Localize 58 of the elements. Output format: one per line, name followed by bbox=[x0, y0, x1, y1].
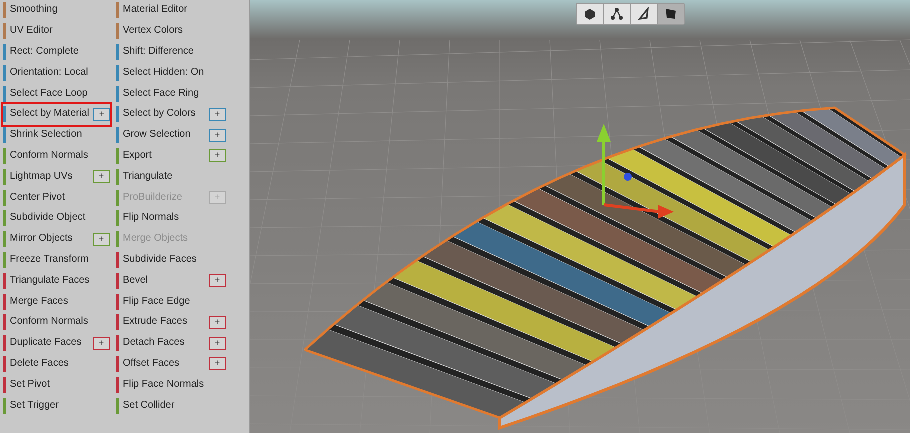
options-button[interactable]: + bbox=[209, 149, 226, 162]
cube-icon bbox=[583, 7, 597, 21]
tool-button[interactable]: Mirror Objects bbox=[8, 234, 91, 244]
options-button[interactable]: + bbox=[209, 357, 226, 370]
tool-button[interactable]: Offset Faces bbox=[121, 358, 207, 369]
quad-face-icon bbox=[664, 7, 678, 21]
edit-mode-button[interactable] bbox=[577, 4, 603, 24]
tool-button[interactable]: UV Editor bbox=[8, 26, 110, 36]
tool-button[interactable]: Triangulate bbox=[121, 172, 226, 182]
tool-button[interactable]: Vertex Colors bbox=[121, 26, 226, 36]
tool-button[interactable]: Select Face Loop bbox=[8, 88, 110, 99]
tool-button[interactable]: Set Pivot bbox=[8, 380, 110, 390]
tool-button[interactable]: Orientation: Local bbox=[8, 68, 110, 78]
tool-button[interactable]: Set Trigger bbox=[8, 400, 110, 411]
tool-button[interactable]: Shrink Selection bbox=[8, 130, 110, 140]
tool-button[interactable]: Conform Normals bbox=[8, 150, 110, 161]
edit-mode-button[interactable] bbox=[658, 4, 684, 24]
tool-button[interactable]: Duplicate Faces bbox=[8, 338, 91, 348]
tool-button[interactable]: Shift: Difference bbox=[121, 46, 226, 57]
options-button[interactable]: + bbox=[209, 316, 226, 329]
tool-button[interactable]: Smoothing bbox=[8, 5, 110, 16]
tool-button[interactable]: Freeze Transform bbox=[8, 254, 110, 265]
tool-button[interactable]: Export bbox=[121, 150, 207, 161]
tool-button[interactable]: Bevel bbox=[121, 276, 207, 286]
tool-button[interactable]: Flip Face Edge bbox=[121, 296, 226, 307]
tool-button[interactable]: Select by Material bbox=[8, 109, 92, 120]
options-button[interactable]: + bbox=[93, 170, 110, 184]
tool-button[interactable]: Conform Normals bbox=[8, 317, 110, 328]
tool-button[interactable]: Detach Faces bbox=[121, 338, 207, 348]
tool-button[interactable]: Material Editor bbox=[121, 5, 226, 16]
tool-button[interactable]: Extrude Faces bbox=[121, 317, 207, 328]
options-button[interactable]: + bbox=[93, 232, 110, 246]
tool-button[interactable]: Select Face Ring bbox=[121, 88, 226, 99]
tool-button[interactable]: Delete Faces bbox=[8, 358, 110, 369]
edit-mode-button[interactable] bbox=[631, 4, 657, 24]
vertices-icon bbox=[610, 7, 624, 21]
tool-button[interactable]: Grow Selection bbox=[121, 130, 207, 140]
options-button[interactable]: + bbox=[209, 336, 226, 350]
tool-button[interactable]: Rect: Complete bbox=[8, 46, 110, 57]
tool-button[interactable]: Select Hidden: On bbox=[121, 68, 226, 78]
options-button[interactable]: + bbox=[93, 108, 110, 121]
options-button[interactable]: + bbox=[209, 128, 226, 142]
tool-button[interactable]: Set Collider bbox=[121, 400, 226, 411]
tool-button[interactable]: Flip Face Normals bbox=[121, 380, 226, 390]
tool-button[interactable]: Subdivide Object bbox=[8, 213, 110, 224]
tool-button[interactable]: Merge Faces bbox=[8, 296, 110, 307]
tool-button[interactable]: Subdivide Faces bbox=[121, 254, 226, 265]
tool-button[interactable]: Select by Colors bbox=[121, 109, 207, 120]
tool-button[interactable]: Lightmap UVs bbox=[8, 172, 91, 182]
tool-button[interactable]: Triangulate Faces bbox=[8, 276, 110, 286]
move-gizmo-icon[interactable] bbox=[597, 124, 674, 219]
options-button[interactable]: + bbox=[93, 336, 110, 350]
tool-button[interactable]: Flip Normals bbox=[121, 213, 226, 224]
options-button[interactable]: + bbox=[209, 108, 226, 121]
triangle-edge-icon bbox=[637, 7, 651, 21]
tool-button[interactable]: Center Pivot bbox=[8, 192, 110, 203]
edit-mode-button[interactable] bbox=[604, 4, 630, 24]
options-button[interactable]: + bbox=[209, 274, 226, 288]
